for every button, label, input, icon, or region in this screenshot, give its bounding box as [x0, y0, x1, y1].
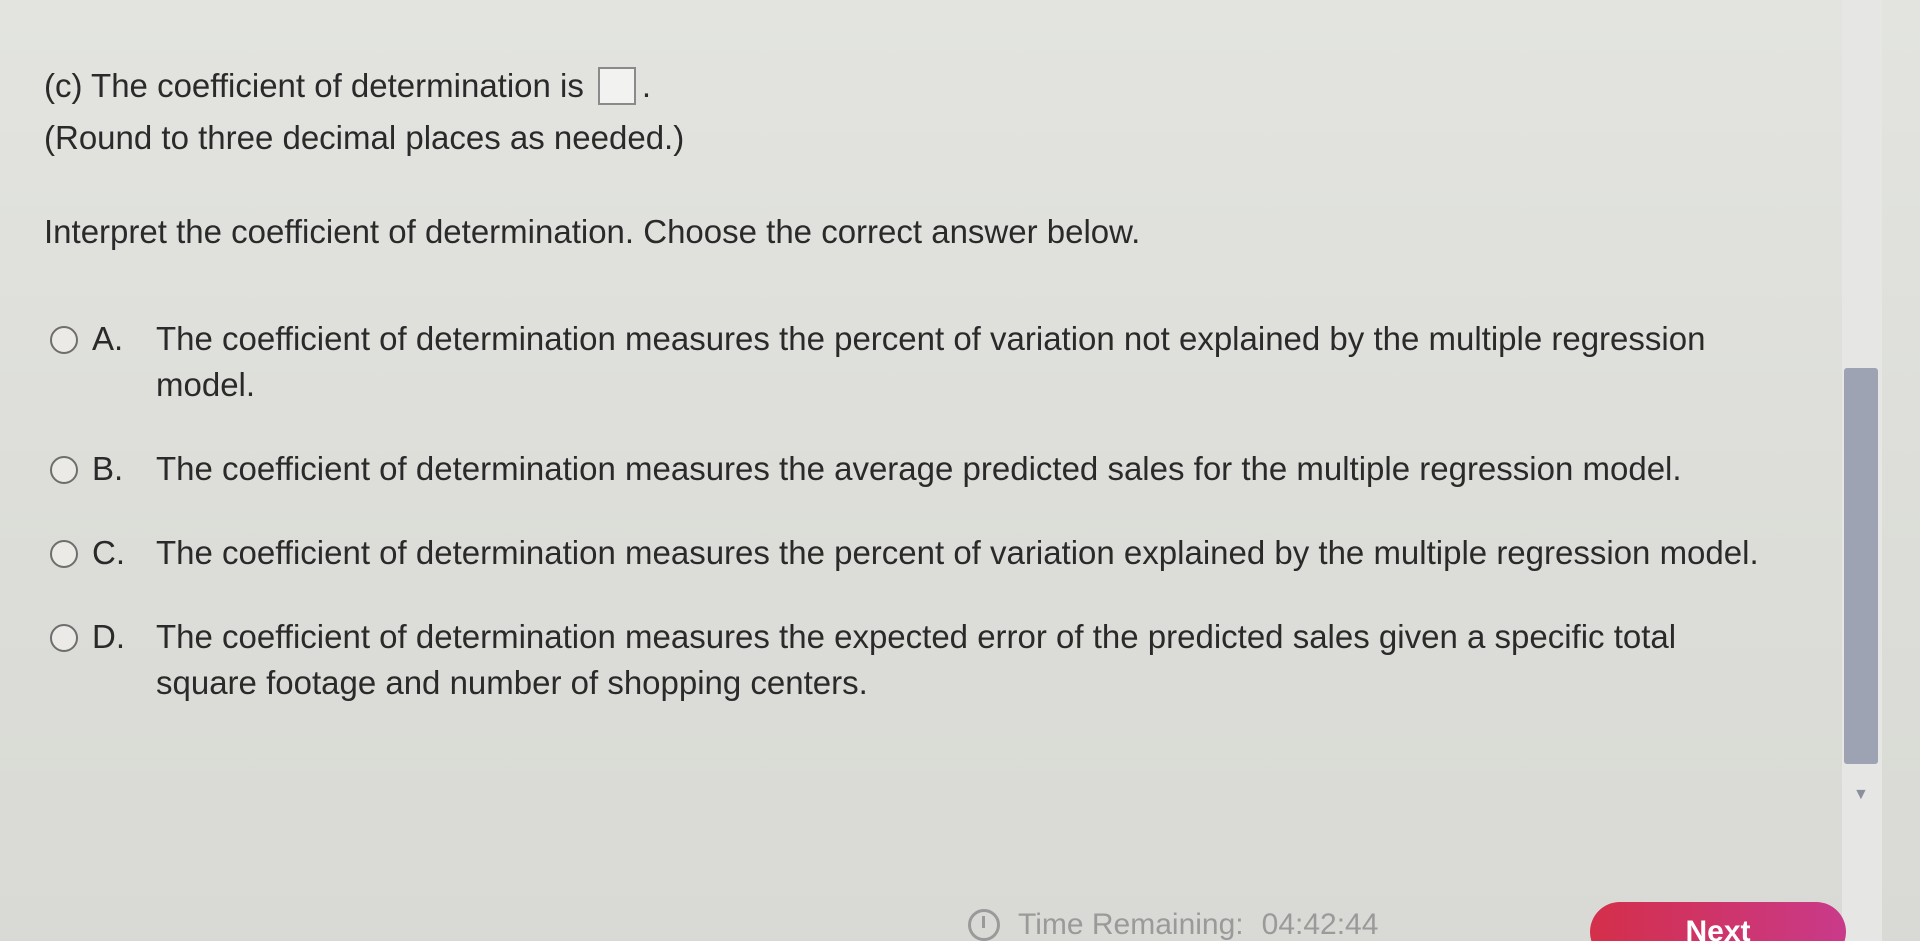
option-text-c: The coefficient of determination measure…: [156, 534, 1759, 571]
next-button[interactable]: Next: [1590, 902, 1846, 941]
timer-label: Time Remaining:: [1018, 908, 1244, 941]
scroll-down-arrow-icon[interactable]: ▼: [1853, 786, 1869, 804]
option-letter-a: A.: [92, 320, 124, 357]
radio-button-d[interactable]: [50, 624, 78, 652]
option-b[interactable]: B. The coefficient of determination meas…: [44, 446, 1824, 492]
option-c[interactable]: C. The coefficient of determination meas…: [44, 530, 1824, 576]
clock-icon: [968, 909, 1000, 941]
timer-value: 04:42:44: [1261, 908, 1379, 941]
option-d[interactable]: D. The coefficient of determination meas…: [44, 614, 1824, 706]
option-letter-c: C.: [92, 534, 125, 571]
footer-bar: Time Remaining: 04:42:44 Next: [0, 862, 1920, 941]
question-content: (c) The coefficient of determination is …: [44, 62, 1824, 744]
option-a[interactable]: A. The coefficient of determination meas…: [44, 316, 1824, 408]
option-letter-b: B.: [92, 450, 124, 487]
option-text-b: The coefficient of determination measure…: [156, 450, 1682, 487]
time-remaining: Time Remaining: 04:42:44: [968, 908, 1378, 941]
question-part-c-text: (c) The coefficient of determination is: [44, 67, 584, 104]
coefficient-question: (c) The coefficient of determination is …: [44, 62, 1824, 110]
interpret-prompt: Interpret the coefficient of determinati…: [44, 213, 1141, 250]
radio-button-b[interactable]: [50, 456, 78, 484]
option-text-a: The coefficient of determination measure…: [156, 320, 1706, 403]
answer-options: A. The coefficient of determination meas…: [44, 316, 1824, 706]
option-letter-d: D.: [92, 618, 125, 655]
coefficient-answer-input[interactable]: [597, 67, 636, 105]
question-period: .: [641, 67, 652, 104]
question-page: (c) The coefficient of determination is …: [0, 0, 1920, 941]
radio-button-c[interactable]: [50, 540, 78, 568]
option-text-d: The coefficient of determination measure…: [156, 618, 1677, 701]
rounding-instruction: (Round to three decimal places as needed…: [44, 119, 685, 156]
radio-button-a[interactable]: [50, 326, 78, 354]
scrollbar-thumb[interactable]: [1844, 368, 1878, 764]
